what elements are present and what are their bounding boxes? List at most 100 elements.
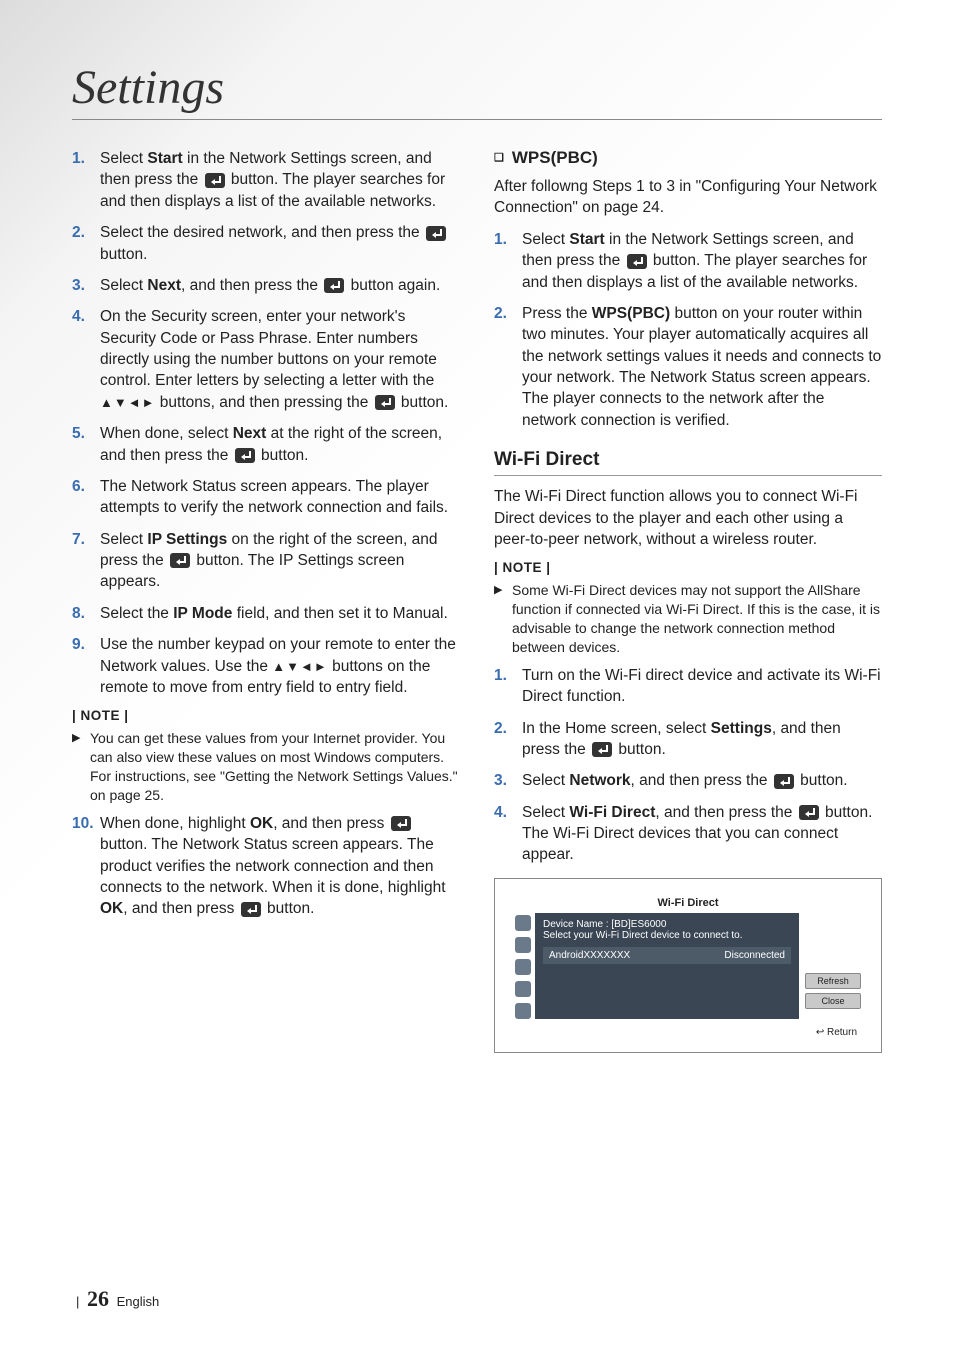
wifi-direct-screenshot: Wi-Fi Direct Device Name : [BD]ES6000 Se…: [494, 878, 882, 1053]
enter-icon: [774, 774, 794, 789]
step-item: 5.When done, select Next at the right of…: [72, 423, 460, 466]
step-number: 7.: [72, 529, 100, 593]
enter-icon: [205, 173, 225, 188]
step-item: 8.Select the IP Mode field, and then set…: [72, 603, 460, 624]
wps-intro: After followng Steps 1 to 3 in "Configur…: [494, 176, 882, 219]
note-header: | NOTE |: [494, 560, 882, 575]
step-item: 4.Select Wi-Fi Direct, and then press th…: [494, 802, 882, 866]
enter-icon: [426, 226, 446, 241]
enter-icon: [241, 902, 261, 917]
step-body: The Network Status screen appears. The p…: [100, 476, 460, 519]
step-number: 1.: [494, 665, 522, 708]
step-body: When done, highlight OK, and then press …: [100, 813, 460, 920]
step-body: Select the IP Mode field, and then set i…: [100, 603, 460, 624]
ss-icon: [515, 981, 531, 997]
ss-select-text: Select your Wi-Fi Direct device to conne…: [543, 930, 791, 941]
step-item: 1.Select Start in the Network Settings s…: [72, 148, 460, 212]
wifi-intro: The Wi-Fi Direct function allows you to …: [494, 486, 882, 550]
note-item: ▶ Some Wi-Fi Direct devices may not supp…: [494, 581, 882, 657]
step-body: Use the number keypad on your remote to …: [100, 634, 460, 698]
step-body: Turn on the Wi-Fi direct device and acti…: [522, 665, 882, 708]
step-number: 9.: [72, 634, 100, 698]
step-10-list: 10. When done, highlight OK, and then pr…: [72, 813, 460, 920]
note-text: You can get these values from your Inter…: [90, 729, 460, 805]
step-number: 4.: [72, 306, 100, 413]
left-column: 1.Select Start in the Network Settings s…: [72, 148, 460, 1053]
ss-icon: [515, 959, 531, 975]
step-body: Select the desired network, and then pre…: [100, 222, 460, 265]
step-number: 1.: [72, 148, 100, 212]
step-item: 2.Press the WPS(PBC) button on your rout…: [494, 303, 882, 431]
step-item: 9.Use the number keypad on your remote t…: [72, 634, 460, 698]
step-number: 2.: [494, 303, 522, 431]
square-bullet-icon: ❏: [494, 151, 504, 164]
step-number: 2.: [72, 222, 100, 265]
step-body: When done, select Next at the right of t…: [100, 423, 460, 466]
ss-icon: [515, 937, 531, 953]
step-number: 5.: [72, 423, 100, 466]
step-body: Select Start in the Network Settings scr…: [522, 229, 882, 293]
right-column: ❏ WPS(PBC) After followng Steps 1 to 3 i…: [494, 148, 882, 1053]
note-text: Some Wi-Fi Direct devices may not suppor…: [512, 581, 882, 657]
left-steps-list: 1.Select Start in the Network Settings s…: [72, 148, 460, 698]
refresh-button[interactable]: Refresh: [805, 973, 861, 989]
ss-row-name: AndroidXXXXXXX: [549, 950, 630, 961]
step-number: 1.: [494, 229, 522, 293]
enter-icon: [324, 278, 344, 293]
step-body: Select IP Settings on the right of the s…: [100, 529, 460, 593]
step-item: 2.Select the desired network, and then p…: [72, 222, 460, 265]
step-body: Select Start in the Network Settings scr…: [100, 148, 460, 212]
step-body: Select Network, and then press the butto…: [522, 770, 882, 791]
step-body: Select Wi-Fi Direct, and then press the …: [522, 802, 882, 866]
content-columns: 1.Select Start in the Network Settings s…: [72, 148, 882, 1053]
ss-return[interactable]: ↩ Return: [515, 1027, 861, 1038]
step-number: 3.: [494, 770, 522, 791]
enter-icon: [375, 395, 395, 410]
step-number: 10.: [72, 813, 100, 920]
enter-icon: [799, 805, 819, 820]
note-item: ▶ You can get these values from your Int…: [72, 729, 460, 805]
step-item: 3.Select Network, and then press the but…: [494, 770, 882, 791]
enter-icon: [235, 448, 255, 463]
step-body: In the Home screen, select Settings, and…: [522, 718, 882, 761]
step-number: 6.: [72, 476, 100, 519]
ss-device-name: Device Name : [BD]ES6000: [543, 919, 791, 930]
wifi-direct-header: Wi-Fi Direct: [494, 449, 882, 476]
note-header: | NOTE |: [72, 708, 460, 723]
ss-row-status: Disconnected: [724, 950, 785, 961]
step-item: 4.On the Security screen, enter your net…: [72, 306, 460, 413]
step-10: 10. When done, highlight OK, and then pr…: [72, 813, 460, 920]
enter-icon: [391, 816, 411, 831]
ss-buttons: Refresh Close: [805, 913, 861, 1019]
page-title: Settings: [72, 60, 882, 120]
step-number: 8.: [72, 603, 100, 624]
page-language: English: [117, 1294, 160, 1309]
page-number: 26: [87, 1286, 109, 1311]
enter-icon: [170, 553, 190, 568]
wps-steps-list: 1.Select Start in the Network Settings s…: [494, 229, 882, 431]
step-item: 7.Select IP Settings on the right of the…: [72, 529, 460, 593]
step-number: 2.: [494, 718, 522, 761]
ss-icon: [515, 1003, 531, 1019]
ss-sidebar-icons: [515, 913, 535, 1019]
wifi-steps-list: 1.Turn on the Wi-Fi direct device and ac…: [494, 665, 882, 866]
step-body: On the Security screen, enter your netwo…: [100, 306, 460, 413]
wps-header: ❏ WPS(PBC): [494, 148, 882, 168]
close-button[interactable]: Close: [805, 993, 861, 1009]
ss-device-row[interactable]: AndroidXXXXXXX Disconnected: [543, 947, 791, 964]
step-body: Press the WPS(PBC) button on your router…: [522, 303, 882, 431]
step-item: 3.Select Next, and then press the button…: [72, 275, 460, 296]
ss-title: Wi-Fi Direct: [515, 897, 861, 909]
page-footer: | 26 English: [76, 1286, 159, 1312]
step-item: 2.In the Home screen, select Settings, a…: [494, 718, 882, 761]
enter-icon: [592, 742, 612, 757]
step-item: 1.Select Start in the Network Settings s…: [494, 229, 882, 293]
enter-icon: [627, 254, 647, 269]
step-number: 4.: [494, 802, 522, 866]
step-item: 6.The Network Status screen appears. The…: [72, 476, 460, 519]
step-number: 3.: [72, 275, 100, 296]
step-body: Select Next, and then press the button a…: [100, 275, 460, 296]
triangle-icon: ▶: [72, 729, 90, 805]
ss-panel: Device Name : [BD]ES6000 Select your Wi-…: [535, 913, 799, 1019]
step-item: 1.Turn on the Wi-Fi direct device and ac…: [494, 665, 882, 708]
